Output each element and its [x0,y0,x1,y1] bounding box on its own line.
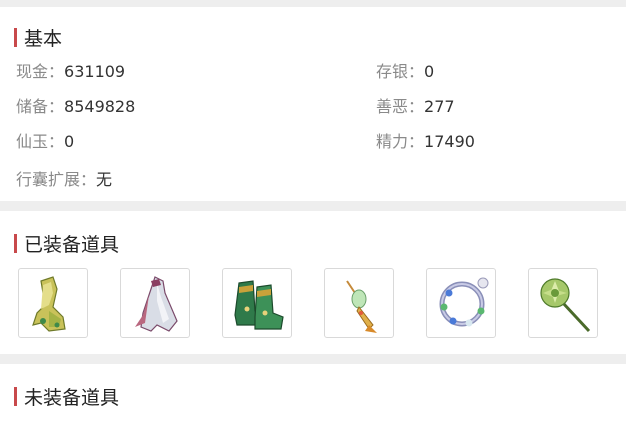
basic-section-header: 基本 [14,24,62,51]
bead-bracelet-icon [439,277,489,327]
green-boots-icon [234,280,284,330]
equipped-section-title: 已装备道具 [24,234,120,256]
field-reserve: 储备：8549828 [16,97,136,116]
basic-info-panel: 基本 现金：631109 存银：0 储备：8549828 善恶：277 仙玉：0… [0,7,626,201]
field-bag-expansion: 行囊扩展：无 [16,170,113,189]
field-xianyu: 仙玉：0 [16,132,75,151]
equipped-item-slot-1[interactable] [18,268,88,338]
field-value: 277 [424,97,455,116]
equipped-item-slot-3[interactable] [222,268,292,338]
field-label: 现金 [16,62,49,81]
jade-armor-icon [32,276,66,332]
basic-section-title: 基本 [24,28,63,50]
field-label: 善恶 [376,97,409,116]
silk-robe-icon [135,276,178,332]
section-accent-bar [14,387,17,406]
field-value: 无 [96,170,113,189]
field-label: 精力 [376,132,409,151]
field-label: 存银 [376,62,409,81]
equipped-item-slot-2[interactable] [120,268,190,338]
field-label: 仙玉 [16,132,49,151]
field-bank-silver: 存银：0 [376,62,435,81]
field-label: 行囊扩展 [16,170,81,189]
section-accent-bar [14,28,17,47]
equipped-item-slot-6[interactable] [528,268,598,338]
jade-pendant-icon [346,280,377,333]
field-value: 0 [424,62,435,81]
field-energy: 精力：17490 [376,132,475,151]
green-flower-staff-icon [540,278,591,333]
field-karma: 善恶：277 [376,97,455,116]
field-value: 17490 [424,132,475,151]
equipped-item-slot-5[interactable] [426,268,496,338]
field-label: 储备 [16,97,49,116]
field-value: 631109 [64,62,126,81]
unequipped-section-header: 未装备道具 [14,383,119,410]
unequipped-items-panel: 未装备道具 [0,364,626,424]
unequipped-section-title: 未装备道具 [24,387,120,409]
equipped-section-header: 已装备道具 [14,230,119,257]
field-value: 8549828 [64,97,136,116]
field-cash: 现金：631109 [16,62,126,81]
field-value: 0 [64,132,75,151]
section-accent-bar [14,234,17,253]
equipped-items-panel: 已装备道具 [0,211,626,354]
equipped-item-slot-4[interactable] [324,268,394,338]
